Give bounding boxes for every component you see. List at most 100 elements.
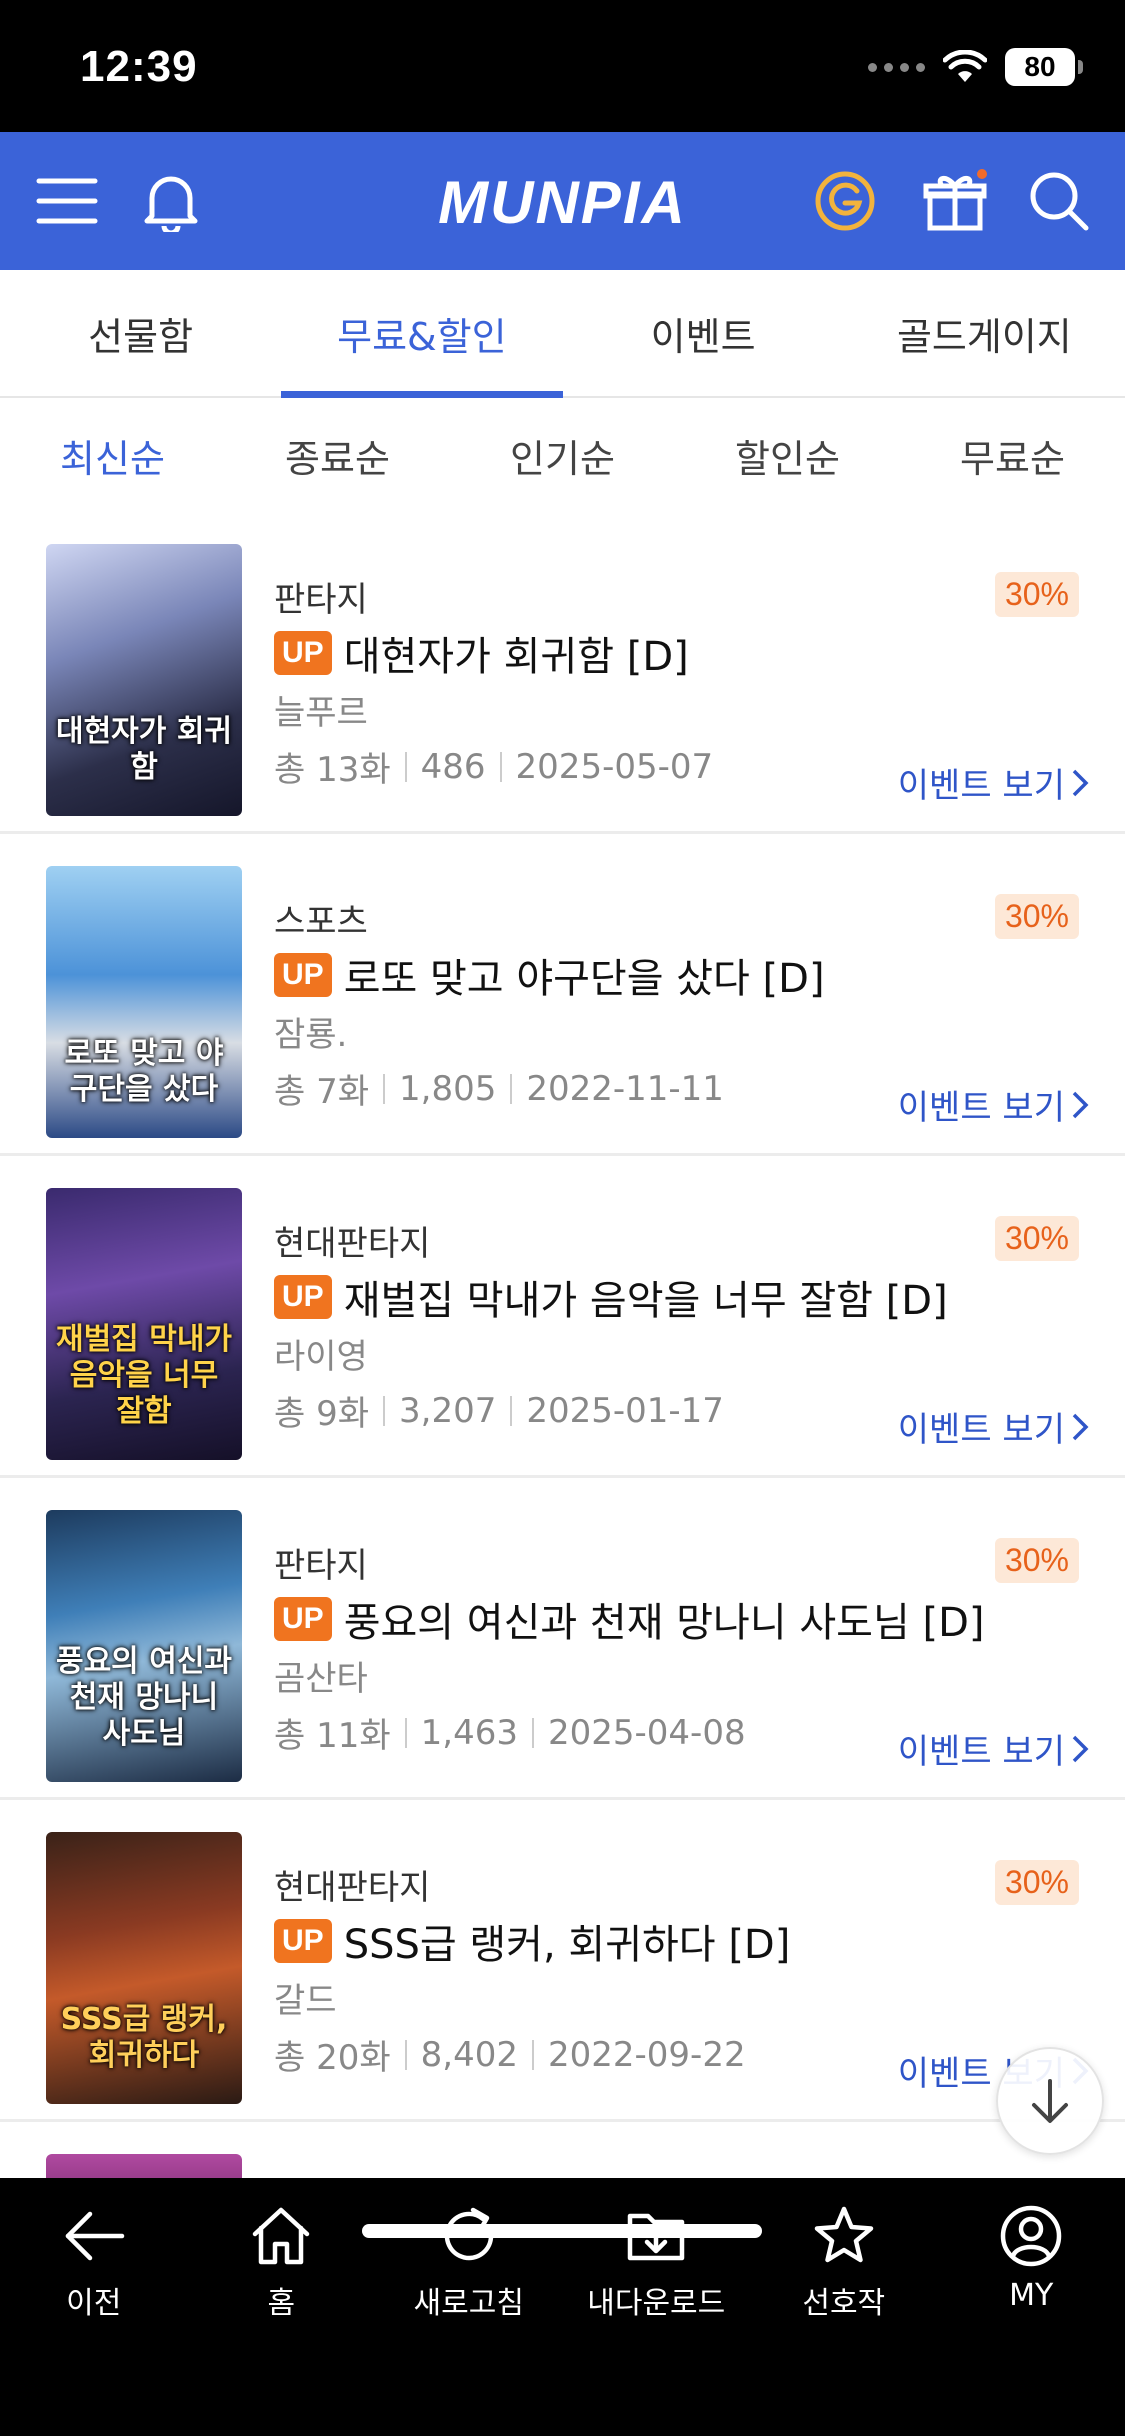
event-view-link[interactable]: 이벤트 보기	[898, 1402, 1089, 1451]
up-badge: UP	[274, 1275, 332, 1319]
book-item[interactable]: 풍요의 여신과 천재 망나니 사도님 판타지 UP 풍요의 여신과 천재 망나니…	[0, 1478, 1125, 1800]
event-view-label: 이벤트 보기	[897, 1088, 1065, 1128]
nav-favorites[interactable]: 선호작	[750, 2204, 938, 2328]
update-date: 2025-04-08	[547, 1712, 746, 1753]
book-author: 라이영	[274, 1337, 368, 1377]
chevron-right-icon	[1072, 1735, 1089, 1762]
tab-gold-gauge[interactable]: 골드게이지	[844, 270, 1125, 396]
view-count: 3,207	[399, 1390, 497, 1431]
gold-coin-icon[interactable]	[808, 164, 882, 238]
book-cover[interactable]: 재벌집 막내가 음악을 너무 잘함	[46, 1188, 242, 1460]
tab-free-discount[interactable]: 무료&할인	[281, 270, 563, 398]
book-author: 갈드	[274, 1981, 337, 2021]
nav-favorites-label: 선호작	[802, 2286, 886, 2321]
book-cover[interactable]: 풍요의 여신과 천재 망나니 사도님	[46, 1510, 242, 1782]
nav-home[interactable]: 홈	[188, 2204, 376, 2328]
tab-gift-box[interactable]: 선물함	[0, 270, 281, 396]
book-title-line[interactable]: UP 풍요의 여신과 천재 망나니 사도님 [D]	[274, 1590, 984, 1648]
book-cover-title: 재벌집 막내가 음악을 너무 잘함	[55, 1322, 233, 1429]
view-count: 486	[420, 746, 486, 787]
event-view-link[interactable]: 이벤트 보기	[898, 1080, 1089, 1129]
status-bar: 12:39 80	[0, 0, 1125, 132]
nav-home-label: 홈	[267, 2286, 296, 2321]
up-badge: UP	[274, 1597, 332, 1641]
book-title-line[interactable]: UP 재벌집 막내가 음악을 너무 잘함 [D]	[274, 1268, 948, 1326]
book-meta: 총 7화 1,805 2022-11-11	[274, 1064, 724, 1113]
discount-badge: 30%	[994, 894, 1079, 939]
book-title-line[interactable]: UP SSS급 랭커, 회귀하다 [D]	[274, 1912, 790, 1970]
discount-badge: 30%	[994, 1216, 1079, 1261]
chevron-right-icon	[1072, 769, 1089, 796]
discount-badge: 30%	[994, 572, 1079, 617]
nav-my[interactable]: MY	[938, 2204, 1125, 2328]
nav-back-label: 이전	[66, 2286, 122, 2321]
event-view-link[interactable]: 이벤트 보기	[898, 1724, 1089, 1773]
episode-count: 총 9화	[274, 1394, 369, 1434]
nav-downloads[interactable]: 내다운로드	[563, 2204, 751, 2328]
chevron-right-icon	[1072, 1091, 1089, 1118]
nav-downloads-label: 내다운로드	[587, 2286, 726, 2321]
book-title[interactable]: 풍요의 여신과 천재 망나니 사도님 [D]	[344, 1590, 985, 1648]
sort-ending[interactable]: 종료순	[225, 400, 450, 510]
user-icon	[1001, 2205, 1062, 2267]
update-date: 2025-01-17	[526, 1390, 724, 1431]
gift-icon[interactable]	[918, 164, 992, 238]
arrow-down-icon	[1032, 2079, 1068, 2123]
wifi-icon	[943, 50, 987, 82]
star-icon	[814, 2206, 873, 2263]
book-title-line[interactable]: UP 대현자가 회귀함 [D]	[274, 624, 689, 682]
nav-my-label: MY	[1009, 2278, 1054, 2313]
book-cover[interactable]: 대현자가 회귀함	[46, 544, 242, 816]
book-meta: 총 13화 486 2025-05-07	[274, 742, 713, 791]
book-title[interactable]: 대현자가 회귀함 [D]	[344, 624, 689, 682]
search-icon[interactable]	[1022, 164, 1096, 238]
sort-tabs: 최신순 종료순 인기순 할인순 무료순	[0, 400, 1125, 510]
episode-count: 총 13화	[274, 750, 391, 790]
book-cover[interactable]: 로또 맞고 야구단을 샀다	[46, 866, 242, 1138]
book-author: 곰산타	[274, 1659, 368, 1699]
update-date: 2025-05-07	[515, 746, 714, 787]
book-title[interactable]: 로또 맞고 야구단을 샀다 [D]	[344, 946, 825, 1004]
book-item[interactable]: 재벌집 막내가 음악을 너무 잘함 현대판타지 UP 재벌집 막내가 음악을 너…	[0, 1156, 1125, 1478]
status-indicators: 80	[868, 48, 1083, 86]
episode-count: 총 11화	[274, 1716, 391, 1756]
book-cover[interactable]: SSS급 랭커, 회귀하다	[46, 1832, 242, 2104]
book-item[interactable]: 로또 맞고 야구단을 샀다 스포츠 UP 로또 맞고 야구단을 샀다 [D] 잠…	[0, 834, 1125, 1156]
book-genre: 현대판타지	[274, 1224, 431, 1264]
app-header: MUNPIA	[0, 132, 1125, 270]
event-view-link[interactable]: 이벤트 보기	[898, 758, 1089, 807]
tab-event[interactable]: 이벤트	[563, 270, 844, 396]
up-badge: UP	[274, 953, 332, 997]
event-view-label: 이벤트 보기	[897, 1410, 1065, 1450]
chevron-right-icon	[1072, 1413, 1089, 1440]
book-title[interactable]: 재벌집 막내가 음악을 너무 잘함 [D]	[344, 1268, 948, 1326]
cellular-signal-icon	[868, 62, 925, 72]
up-badge: UP	[274, 1919, 332, 1963]
book-meta: 총 11화 1,463 2025-04-08	[274, 1708, 746, 1757]
book-title[interactable]: SSS급 랭커, 회귀하다 [D]	[344, 1912, 791, 1970]
sort-popular[interactable]: 인기순	[450, 400, 675, 510]
view-count: 1,805	[399, 1068, 497, 1109]
scroll-down-button[interactable]	[996, 2047, 1104, 2155]
event-view-label: 이벤트 보기	[897, 766, 1065, 806]
book-item[interactable]: SSS급 랭커, 회귀하다 현대판타지 UP SSS급 랭커, 회귀하다 [D]…	[0, 1800, 1125, 2122]
home-indicator[interactable]	[362, 2224, 762, 2238]
nav-back[interactable]: 이전	[0, 2204, 188, 2328]
sort-discount[interactable]: 할인순	[675, 400, 900, 510]
book-genre: 판타지	[274, 580, 368, 620]
sort-free[interactable]: 무료순	[900, 400, 1125, 510]
update-date: 2022-09-22	[547, 2034, 746, 2075]
book-author: 늘푸르	[274, 693, 368, 733]
nav-refresh[interactable]: 새로고침	[375, 2204, 563, 2328]
home-icon	[253, 2207, 310, 2265]
book-genre: 현대판타지	[274, 1868, 431, 1908]
book-cover-title: 대현자가 회귀함	[55, 714, 233, 785]
book-meta: 총 9화 3,207 2025-01-17	[274, 1386, 724, 1435]
sort-latest[interactable]: 최신순	[0, 400, 225, 510]
book-title-line[interactable]: UP 로또 맞고 야구단을 샀다 [D]	[274, 946, 825, 1004]
view-count: 8,402	[420, 2034, 518, 2075]
book-item[interactable]: 대현자가 회귀함 판타지 UP 대현자가 회귀함 [D] 늘푸르 총 13화 4…	[0, 512, 1125, 834]
book-genre: 스포츠	[274, 902, 368, 942]
book-cover-title: 로또 맞고 야구단을 샀다	[64, 1036, 224, 1107]
status-time: 12:39	[80, 42, 198, 91]
